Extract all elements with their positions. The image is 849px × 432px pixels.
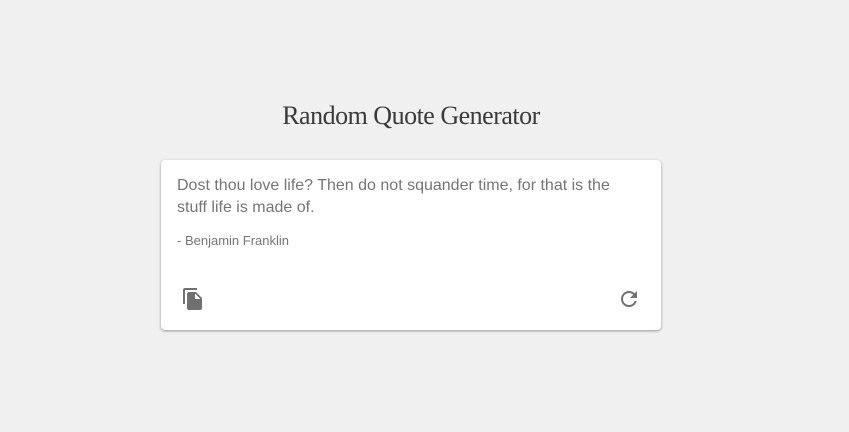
copy-icon [181,287,205,311]
quote-author: - Benjamin Franklin [177,233,289,248]
quote-text: Dost thou love life? Then do not squande… [177,177,610,216]
refresh-icon [617,287,641,311]
refresh-button[interactable] [611,281,647,317]
quote-card: Dost thou love life? Then do not squande… [161,160,661,330]
copy-button[interactable] [175,281,211,317]
page-title: Random Quote Generator [282,101,540,130]
app-page: Random Quote Generator Dost thou love li… [0,0,849,432]
